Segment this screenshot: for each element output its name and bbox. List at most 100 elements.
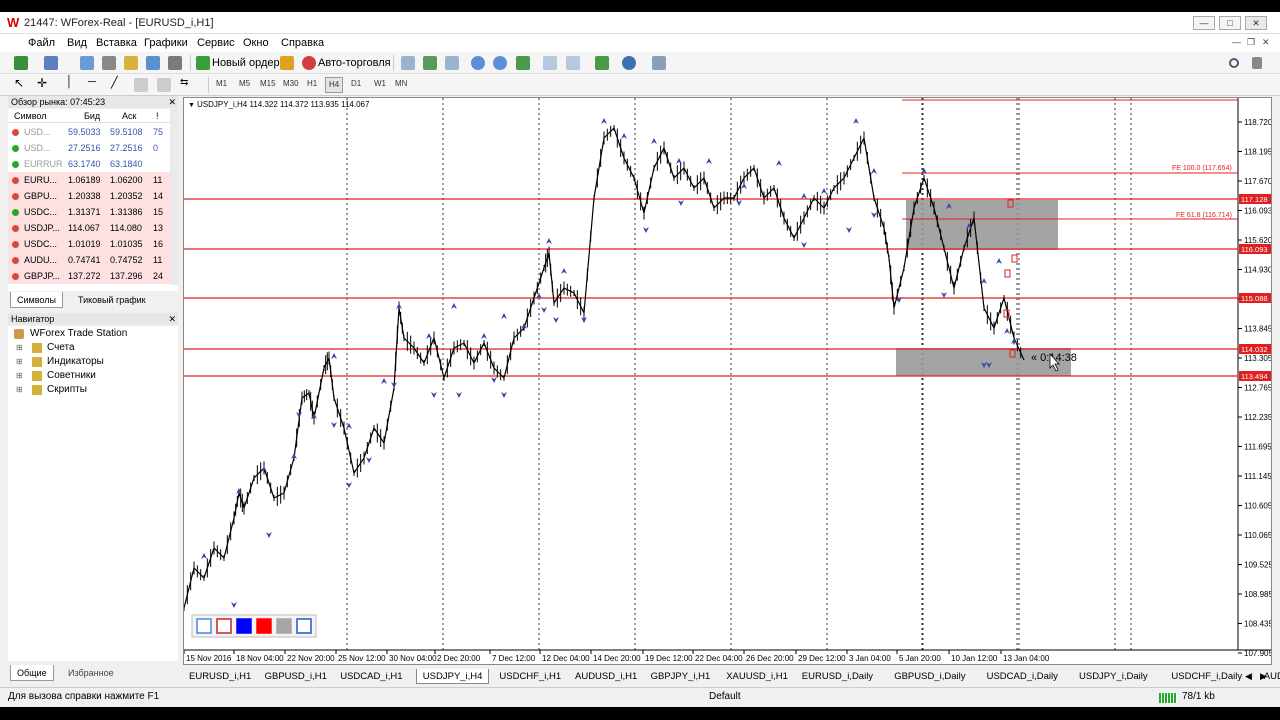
chart-tab[interactable]: GBPUSD_i,Daily	[894, 669, 965, 684]
tabs-scroll-right-icon[interactable]: ▶	[1260, 669, 1267, 684]
tf-h4[interactable]: H4	[325, 77, 344, 93]
expand-experts-icon[interactable]: ⊞	[16, 371, 23, 380]
autotrading-icon[interactable]	[302, 56, 316, 70]
templates-icon[interactable]	[652, 56, 666, 70]
horizontal-line-icon[interactable]: ─	[88, 76, 102, 90]
tf-h1[interactable]: H1	[307, 79, 317, 88]
expand-indicators-icon[interactable]: ⊞	[16, 357, 23, 366]
meta-editor-icon[interactable]	[280, 56, 294, 70]
search-icon[interactable]	[1229, 58, 1239, 68]
tf-m30[interactable]: M30	[283, 79, 299, 88]
chart-window[interactable]: 118.720 118.195 117.670 116.093 115.620 114.9…	[183, 97, 1272, 665]
channel-icon[interactable]	[134, 78, 148, 92]
tabs-scroll-left-icon[interactable]: ◀	[1245, 669, 1252, 684]
color-swatch-button[interactable]	[256, 618, 272, 634]
col-ask[interactable]: Аск	[122, 111, 136, 121]
chart-tab[interactable]: EURUSD_i,H1	[189, 669, 251, 684]
market-watch-icon[interactable]	[80, 56, 94, 70]
crosshair-icon[interactable]: ✛	[37, 76, 51, 90]
arrows-icon[interactable]: ⇆	[180, 77, 194, 91]
market-watch-row[interactable]: USDJP... 114.067 114.080 13	[8, 220, 170, 236]
nav-accounts[interactable]: Счета	[47, 342, 75, 353]
market-watch-row[interactable]: GBPU... 1.20338 1.20352 14	[8, 188, 170, 204]
color-swatch-button[interactable]	[236, 618, 252, 634]
periods-icon[interactable]	[622, 56, 636, 70]
chart-tab[interactable]: USDCHF_i,H1	[499, 669, 561, 684]
col-bid[interactable]: Бид	[84, 111, 100, 121]
color-swatch-button[interactable]	[296, 618, 312, 634]
navigator-icon[interactable]	[124, 56, 138, 70]
market-watch-row[interactable]: EURU... 1.06189 1.06200 11	[8, 172, 170, 188]
col-spread[interactable]: !	[156, 111, 159, 121]
tf-d1[interactable]: D1	[351, 79, 361, 88]
chat-icon[interactable]	[1252, 57, 1262, 69]
tab-common[interactable]: Общие	[10, 665, 54, 681]
color-swatch-button[interactable]	[216, 618, 232, 634]
chart-tab[interactable]: XAUUSD_i,H1	[726, 669, 788, 684]
profiles-icon[interactable]	[44, 56, 58, 70]
close-market-watch-icon[interactable]: ✕	[168, 96, 176, 108]
menu-insert[interactable]: Вставка	[96, 37, 137, 49]
chart-tab[interactable]: EURUSD_i,Daily	[802, 669, 873, 684]
chart-tab[interactable]: USDCAD_i,H1	[340, 669, 402, 684]
market-watch-row[interactable]: USDC... 1.31371 1.31386 15	[8, 204, 170, 220]
market-watch-row[interactable]: USD... 59.5033 59.5108 75	[8, 124, 170, 140]
chart-tab[interactable]: GBPJPY_i,H1	[651, 669, 711, 684]
line-chart-icon[interactable]	[445, 56, 459, 70]
nav-scripts[interactable]: Скрипты	[47, 384, 87, 395]
menu-view[interactable]: Вид	[67, 37, 87, 49]
cursor-icon[interactable]: ↖	[14, 76, 28, 90]
minimize-button[interactable]: —	[1193, 16, 1215, 30]
market-watch-row[interactable]: GBPJP... 137.272 137.296 24	[8, 268, 170, 284]
tf-w1[interactable]: W1	[374, 79, 386, 88]
bar-chart-icon[interactable]	[401, 56, 415, 70]
mdi-restore-icon[interactable]: ❐	[1247, 37, 1255, 48]
indicators-icon[interactable]	[595, 56, 609, 70]
market-watch-row[interactable]: AUDU... 0.74741 0.74752 11	[8, 252, 170, 268]
mdi-minimize-icon[interactable]: —	[1232, 37, 1241, 47]
terminal-icon[interactable]	[146, 56, 160, 70]
tf-m5[interactable]: M5	[239, 79, 250, 88]
new-order-button[interactable]: Новый ордер	[212, 55, 280, 71]
close-navigator-icon[interactable]: ✕	[168, 313, 176, 325]
market-watch-row[interactable]: USDC... 1.01019 1.01035 16	[8, 236, 170, 252]
price-chart[interactable]: 118.720118.195117.670116.093115.620114.9…	[184, 98, 1271, 664]
menu-tools[interactable]: Сервис	[197, 37, 235, 49]
new-chart-icon[interactable]	[14, 56, 28, 70]
market-watch-scrollbar[interactable]	[170, 109, 178, 285]
close-button[interactable]: ✕	[1245, 16, 1267, 30]
tf-m15[interactable]: M15	[260, 79, 276, 88]
tf-m1[interactable]: M1	[216, 79, 227, 88]
mdi-close-icon[interactable]: ✕	[1262, 37, 1270, 48]
tab-tick-chart[interactable]: Тиковый график	[72, 292, 152, 308]
col-symbol[interactable]: Символ	[14, 111, 46, 121]
chart-tab[interactable]: GBPUSD_i,H1	[265, 669, 327, 684]
new-order-icon[interactable]	[196, 56, 210, 70]
market-watch-row[interactable]: USD... 27.2516 27.2516 0	[8, 140, 170, 156]
menu-help[interactable]: Справка	[281, 37, 324, 49]
tester-icon[interactable]	[168, 56, 182, 70]
menu-charts[interactable]: Графики	[144, 37, 188, 49]
tile-windows-icon[interactable]	[516, 56, 530, 70]
tab-favorites[interactable]: Избранное	[62, 665, 120, 681]
navigator-root[interactable]: WForex Trade Station	[30, 328, 127, 339]
autotrading-button[interactable]: Авто-торговля	[318, 55, 391, 71]
chart-shift-icon[interactable]	[543, 56, 557, 70]
color-swatch-button[interactable]	[276, 618, 292, 634]
menu-file[interactable]: Файл	[28, 37, 55, 49]
trendline-icon[interactable]: ╱	[111, 76, 125, 90]
menu-window[interactable]: Окно	[243, 37, 269, 49]
color-swatch-button[interactable]	[196, 618, 212, 634]
vertical-line-icon[interactable]: │	[66, 76, 80, 90]
zoom-in-icon[interactable]	[471, 56, 485, 70]
data-window-icon[interactable]	[102, 56, 116, 70]
chart-tab[interactable]: USDJPY_i,Daily	[1079, 669, 1148, 684]
expand-scripts-icon[interactable]: ⊞	[16, 385, 23, 394]
expand-accounts-icon[interactable]: ⊞	[16, 343, 23, 352]
fibonacci-icon[interactable]	[157, 78, 171, 92]
chart-tab[interactable]: USDCHF_i,Daily	[1171, 669, 1242, 684]
nav-indicators[interactable]: Индикаторы	[47, 356, 104, 367]
candlestick-icon[interactable]	[423, 56, 437, 70]
maximize-button[interactable]: □	[1219, 16, 1241, 30]
chart-tab[interactable]: AUDUSD_i,H1	[575, 669, 637, 684]
